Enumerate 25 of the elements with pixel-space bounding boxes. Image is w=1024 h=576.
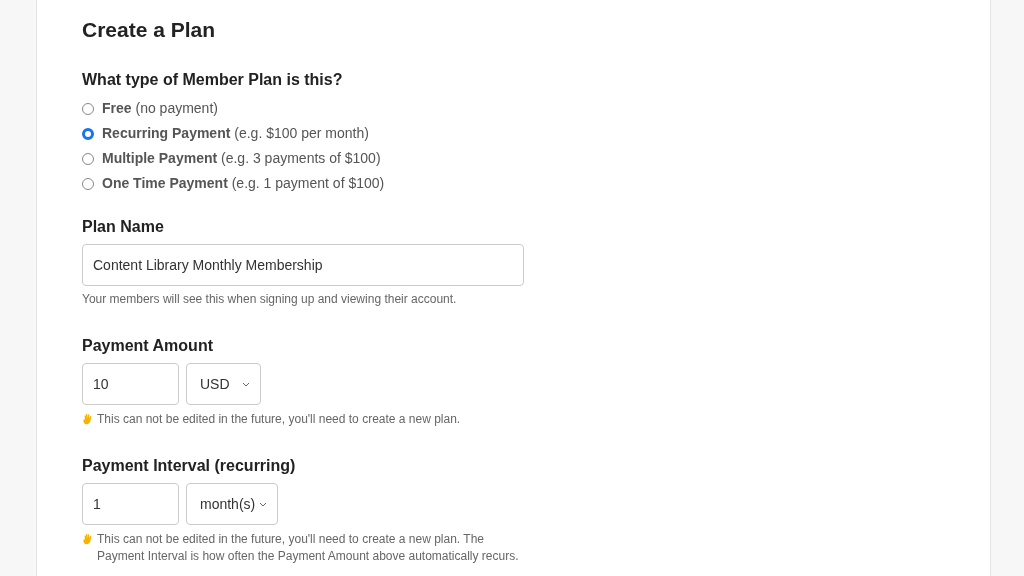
radio-button[interactable] <box>82 177 94 190</box>
text-field[interactable]: Content Library Monthly Membership <box>82 244 524 286</box>
chevron-down-icon <box>259 502 267 507</box>
radio-label[interactable]: Free (no payment) <box>102 98 218 119</box>
field-label: Payment Amount <box>82 336 214 356</box>
help-text: Your members will see this when signing up and viewing their account. <box>82 291 458 308</box>
radio-button[interactable] <box>82 152 94 165</box>
radio-button[interactable] <box>82 102 94 115</box>
radio-label[interactable]: Multiple Payment (e.g. 3 payments of $100) <box>102 148 381 169</box>
waving-hand-icon <box>82 533 94 545</box>
question-label: What type of Member Plan is this? <box>82 70 344 90</box>
number-field[interactable]: 1 <box>82 483 179 525</box>
number-field[interactable]: 10 <box>82 363 179 405</box>
dropdown[interactable]: month(s) <box>186 483 278 525</box>
warning-note: This can not be edited in the future, you'll need to create a new plan. <box>97 411 462 428</box>
page-title: Create a Plan <box>82 17 217 43</box>
radio-label[interactable]: One Time Payment (e.g. 1 payment of $100) <box>102 173 385 194</box>
radio-label[interactable]: Recurring Payment (e.g. $100 per month) <box>102 123 369 144</box>
dropdown[interactable]: USD <box>186 363 261 405</box>
field-label: Plan Name <box>82 217 165 237</box>
warning-note: This can not be edited in the future, you'll need to create a new plan. The Payment Interval is how often the Payment Amount above automatically recurs. <box>97 531 520 565</box>
waving-hand-icon <box>82 413 94 425</box>
chevron-down-icon <box>242 382 250 387</box>
radio-button[interactable] <box>82 127 94 140</box>
field-label: Payment Interval (recurring) <box>82 456 297 476</box>
